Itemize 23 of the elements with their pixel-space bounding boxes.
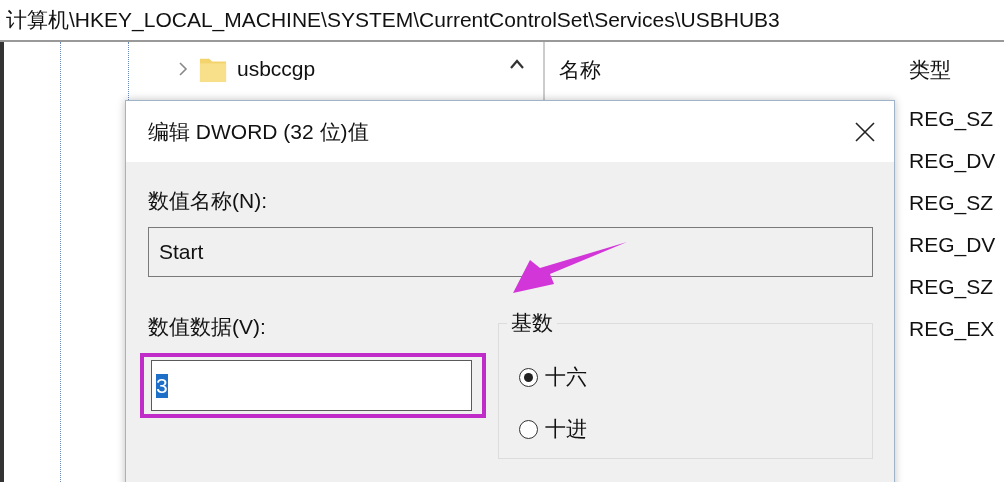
radio-label: 十进 <box>545 416 587 442</box>
value-data-field[interactable]: 3 <box>151 360 472 411</box>
column-header[interactable]: 名称 <box>559 42 909 98</box>
chevron-icon[interactable] <box>177 61 189 77</box>
type-cell-text: REG_SZ <box>909 274 995 301</box>
type-cell-text: REG_SZ <box>909 106 995 133</box>
type-cell-text: REG_EX <box>909 316 996 343</box>
field-label: 数值数据(V): <box>148 314 266 340</box>
value-name-field[interactable]: Start <box>148 227 873 277</box>
radio-button[interactable] <box>519 367 538 387</box>
column-header[interactable]: 类型 <box>909 42 1004 98</box>
dialog-title: 编辑 DWORD (32 位)值 <box>148 118 369 145</box>
field-label: 数值名称(N): <box>148 188 267 214</box>
scroll-up-icon[interactable] <box>509 59 525 69</box>
tree-item[interactable]: usbccgp <box>237 57 316 81</box>
type-cell-text: REG_DV <box>909 148 997 175</box>
type-cell-text: REG_DV <box>909 232 997 259</box>
address-bar[interactable]: 计算机\HKEY_LOCAL_MACHINE\SYSTEM\CurrentControlSet\Services\USBHUB3 <box>0 0 1004 42</box>
type-cell-text: REG_SZ <box>909 190 995 217</box>
close-icon[interactable] <box>854 120 876 143</box>
radio-label: 十六 <box>545 364 587 390</box>
radio-button[interactable] <box>519 419 538 439</box>
group-label: 基数 <box>510 310 554 336</box>
